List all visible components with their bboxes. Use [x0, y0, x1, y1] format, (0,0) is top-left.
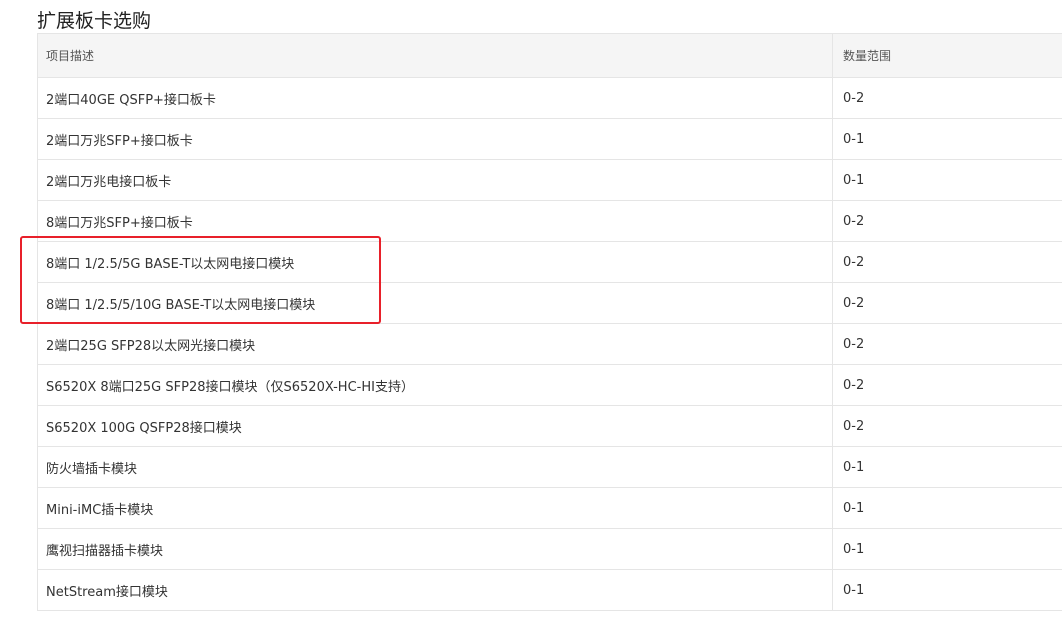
table-row: 防火墙插卡模块 0-1 [38, 447, 1062, 488]
table-row: 2端口万兆电接口板卡 0-1 [38, 160, 1062, 201]
row-description: 8端口 1/2.5/5/10G BASE-T以太网电接口模块 [38, 283, 833, 323]
row-description: 8端口 1/2.5/5G BASE-T以太网电接口模块 [38, 242, 833, 282]
row-quantity: 0-2 [843, 336, 865, 352]
row-description: 2端口万兆电接口板卡 [38, 160, 833, 200]
row-quantity: 0-2 [843, 254, 865, 270]
column-header-quantity: 数量范围 [843, 49, 892, 63]
row-description: S6520X 100G QSFP28接口模块 [38, 406, 833, 446]
table-row: 8端口万兆SFP+接口板卡 0-2 [38, 201, 1062, 242]
row-description: Mini-iMC插卡模块 [38, 488, 833, 528]
table-row: NetStream接口模块 0-1 [38, 570, 1062, 611]
row-description: 2端口40GE QSFP+接口板卡 [38, 78, 833, 118]
row-description: 鹰视扫描器插卡模块 [38, 529, 833, 569]
section-title: 扩展板卡选购 [37, 10, 152, 32]
row-description: S6520X 8端口25G SFP28接口模块（仅S6520X-HC-HI支持） [38, 365, 833, 405]
row-quantity: 0-1 [843, 172, 865, 188]
table-row: 8端口 1/2.5/5G BASE-T以太网电接口模块 0-2 [38, 242, 1062, 283]
row-description: 2端口万兆SFP+接口板卡 [38, 119, 833, 159]
row-quantity: 0-1 [843, 541, 865, 557]
row-quantity: 0-2 [843, 295, 865, 311]
table-row: 2端口万兆SFP+接口板卡 0-1 [38, 119, 1062, 160]
column-header-description: 项目描述 [38, 34, 833, 77]
expansion-card-table: 项目描述 数量范围 2端口40GE QSFP+接口板卡 0-2 2端口万兆SFP… [37, 33, 1062, 611]
row-quantity: 0-1 [843, 459, 865, 475]
row-description: 防火墙插卡模块 [38, 447, 833, 487]
table-header-row: 项目描述 数量范围 [38, 34, 1062, 78]
table-row: S6520X 8端口25G SFP28接口模块（仅S6520X-HC-HI支持）… [38, 365, 1062, 406]
table-row: 2端口25G SFP28以太网光接口模块 0-2 [38, 324, 1062, 365]
page: 扩展板卡选购 项目描述 数量范围 2端口40GE QSFP+接口板卡 0-2 2… [0, 0, 1062, 633]
row-description: 8端口万兆SFP+接口板卡 [38, 201, 833, 241]
table-row: 鹰视扫描器插卡模块 0-1 [38, 529, 1062, 570]
table-row: 8端口 1/2.5/5/10G BASE-T以太网电接口模块 0-2 [38, 283, 1062, 324]
row-description: NetStream接口模块 [38, 570, 833, 610]
row-quantity: 0-2 [843, 377, 865, 393]
row-quantity: 0-2 [843, 418, 865, 434]
row-quantity: 0-1 [843, 500, 865, 516]
row-quantity: 0-1 [843, 582, 865, 598]
table-row: Mini-iMC插卡模块 0-1 [38, 488, 1062, 529]
row-quantity: 0-2 [843, 90, 865, 106]
row-quantity: 0-1 [843, 131, 865, 147]
row-quantity: 0-2 [843, 213, 865, 229]
row-description: 2端口25G SFP28以太网光接口模块 [38, 324, 833, 364]
table-row: 2端口40GE QSFP+接口板卡 0-2 [38, 78, 1062, 119]
table-row: S6520X 100G QSFP28接口模块 0-2 [38, 406, 1062, 447]
